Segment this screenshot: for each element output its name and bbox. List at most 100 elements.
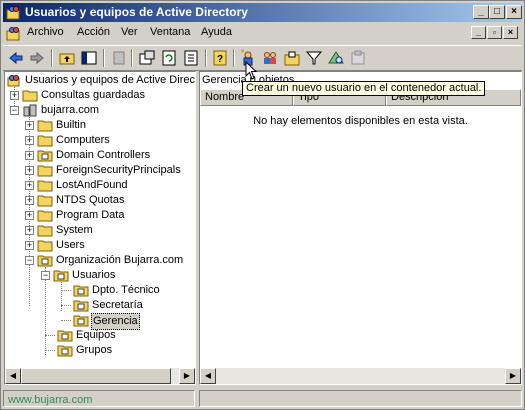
expand-plus-icon[interactable]: + (25, 211, 34, 220)
status-text: www.bujarra.com (8, 394, 93, 406)
ou-folder-icon (73, 315, 89, 327)
forward-arrow-icon (30, 51, 44, 65)
ou-folder-icon (73, 300, 89, 312)
tree-item-label: Computers (56, 134, 110, 146)
scroll-left-button[interactable]: ◀ (200, 368, 216, 384)
filter-button[interactable] (304, 48, 324, 68)
tree-item-label: Grupos (76, 344, 113, 356)
tree-item-label: LostAndFound (56, 179, 128, 191)
console-icon[interactable] (6, 25, 22, 41)
menu-archivo[interactable]: Archivo (27, 26, 64, 38)
add-to-group-icon (351, 50, 365, 65)
tree-item-label: Secretaría (92, 299, 143, 311)
collapse-minus-icon[interactable]: − (10, 106, 19, 115)
show-hide-tree-button[interactable] (79, 48, 99, 68)
toolbar-separator (51, 49, 53, 67)
scroll-right-button[interactable]: ▶ (179, 368, 195, 384)
filter-icon (305, 51, 323, 65)
result-pane[interactable]: Gerencia 0 objetos Nombre Tipo Descripci… (199, 71, 522, 385)
toolbar-separator (233, 49, 235, 67)
tree-connector (61, 320, 71, 321)
mdi-restore-button[interactable]: ▫ (487, 26, 502, 39)
forward-button[interactable] (27, 48, 47, 68)
new-ou-icon (284, 51, 300, 66)
toolbar-separator (205, 49, 207, 67)
tree-item-label: Users (56, 239, 85, 251)
folder-icon (22, 90, 38, 102)
title-bar[interactable]: Usuarios y equipos de Active Directory _… (3, 3, 522, 22)
main-window: Usuarios y equipos de Active Directory _… (0, 0, 525, 410)
up-level-button[interactable] (57, 48, 77, 68)
menu-ventana[interactable]: Ventana (150, 26, 190, 38)
ou-folder-icon (53, 270, 69, 282)
mdi-minimize-button[interactable]: _ (471, 26, 486, 39)
list-horizontal-scrollbar[interactable]: ◀ ▶ (200, 368, 521, 384)
tree-item-label: Dpto. Técnico (92, 284, 160, 296)
domain-icon (23, 104, 37, 117)
add-to-group-button[interactable] (348, 48, 368, 68)
close-button[interactable]: × (506, 5, 522, 19)
expand-plus-icon[interactable]: + (25, 241, 34, 250)
toolbar-separator (103, 49, 105, 67)
mdi-buttons: _ ▫ × (470, 26, 518, 39)
status-cell-right (199, 390, 522, 407)
maximize-button[interactable]: □ (489, 5, 505, 19)
menu-ayuda[interactable]: Ayuda (201, 26, 232, 38)
tree-item-label: Builtin (56, 119, 86, 131)
new-group-icon (264, 52, 276, 64)
mouse-pointer-icon (245, 61, 258, 80)
export-list-icon (184, 50, 198, 66)
expand-plus-icon[interactable]: + (25, 136, 34, 145)
export-list-button[interactable] (181, 48, 201, 68)
collapse-minus-icon[interactable]: − (25, 256, 34, 265)
expand-plus-icon[interactable]: + (25, 151, 34, 160)
new-ou-button[interactable] (282, 48, 302, 68)
folder-icon (37, 135, 53, 147)
tree-root-label: Usuarios y equipos de Active Director (25, 74, 196, 86)
expand-plus-icon[interactable]: + (25, 166, 34, 175)
menu-accion[interactable]: Acción (77, 26, 110, 38)
scroll-thumb[interactable] (21, 368, 171, 384)
console-tree[interactable]: Usuarios y equipos de Active Director + … (4, 71, 196, 385)
help-icon: ? (213, 50, 227, 66)
folder-icon (37, 210, 53, 222)
delete-button[interactable] (109, 48, 129, 68)
tree-connector (45, 267, 46, 355)
find-button[interactable] (326, 48, 346, 68)
tree-connector (61, 282, 62, 311)
tree-connector (61, 290, 71, 291)
tree-item-label: Equipos (76, 329, 116, 341)
expand-plus-icon[interactable]: + (25, 121, 34, 130)
help-button[interactable]: ? (210, 48, 230, 68)
folder-icon (37, 165, 53, 177)
show-tree-icon (81, 51, 97, 65)
new-group-button[interactable] (260, 48, 280, 68)
scroll-left-button[interactable]: ◀ (5, 368, 21, 384)
tree-horizontal-scrollbar[interactable]: ◀ ▶ (5, 368, 195, 384)
tree-connector (61, 305, 71, 306)
collapse-minus-icon[interactable]: − (41, 271, 50, 280)
expand-plus-icon[interactable]: + (25, 226, 34, 235)
mdi-close-button[interactable]: × (503, 26, 518, 39)
properties-icon (139, 50, 155, 65)
expand-plus-icon[interactable]: + (10, 91, 19, 100)
ou-folder-icon (57, 330, 73, 342)
scroll-right-button[interactable]: ▶ (505, 368, 521, 384)
tree-item-label: Consultas guardadas (41, 89, 145, 101)
refresh-icon (162, 50, 176, 66)
tree-item-label: System (56, 224, 93, 236)
back-button[interactable] (6, 48, 26, 68)
ou-folder-icon (37, 150, 53, 162)
menu-ver[interactable]: Ver (121, 26, 138, 38)
properties-button[interactable] (137, 48, 157, 68)
tree-item-label: NTDS Quotas (56, 194, 125, 206)
minimize-button[interactable]: _ (473, 5, 489, 19)
refresh-button[interactable] (159, 48, 179, 68)
expand-plus-icon[interactable]: + (25, 196, 34, 205)
tree-item-label: Program Data (56, 209, 125, 221)
tree-item-label: Domain Controllers (56, 149, 151, 161)
svg-text:?: ? (217, 54, 223, 65)
folder-icon (37, 180, 53, 192)
up-folder-icon (59, 53, 75, 65)
expand-plus-icon[interactable]: + (25, 181, 34, 190)
